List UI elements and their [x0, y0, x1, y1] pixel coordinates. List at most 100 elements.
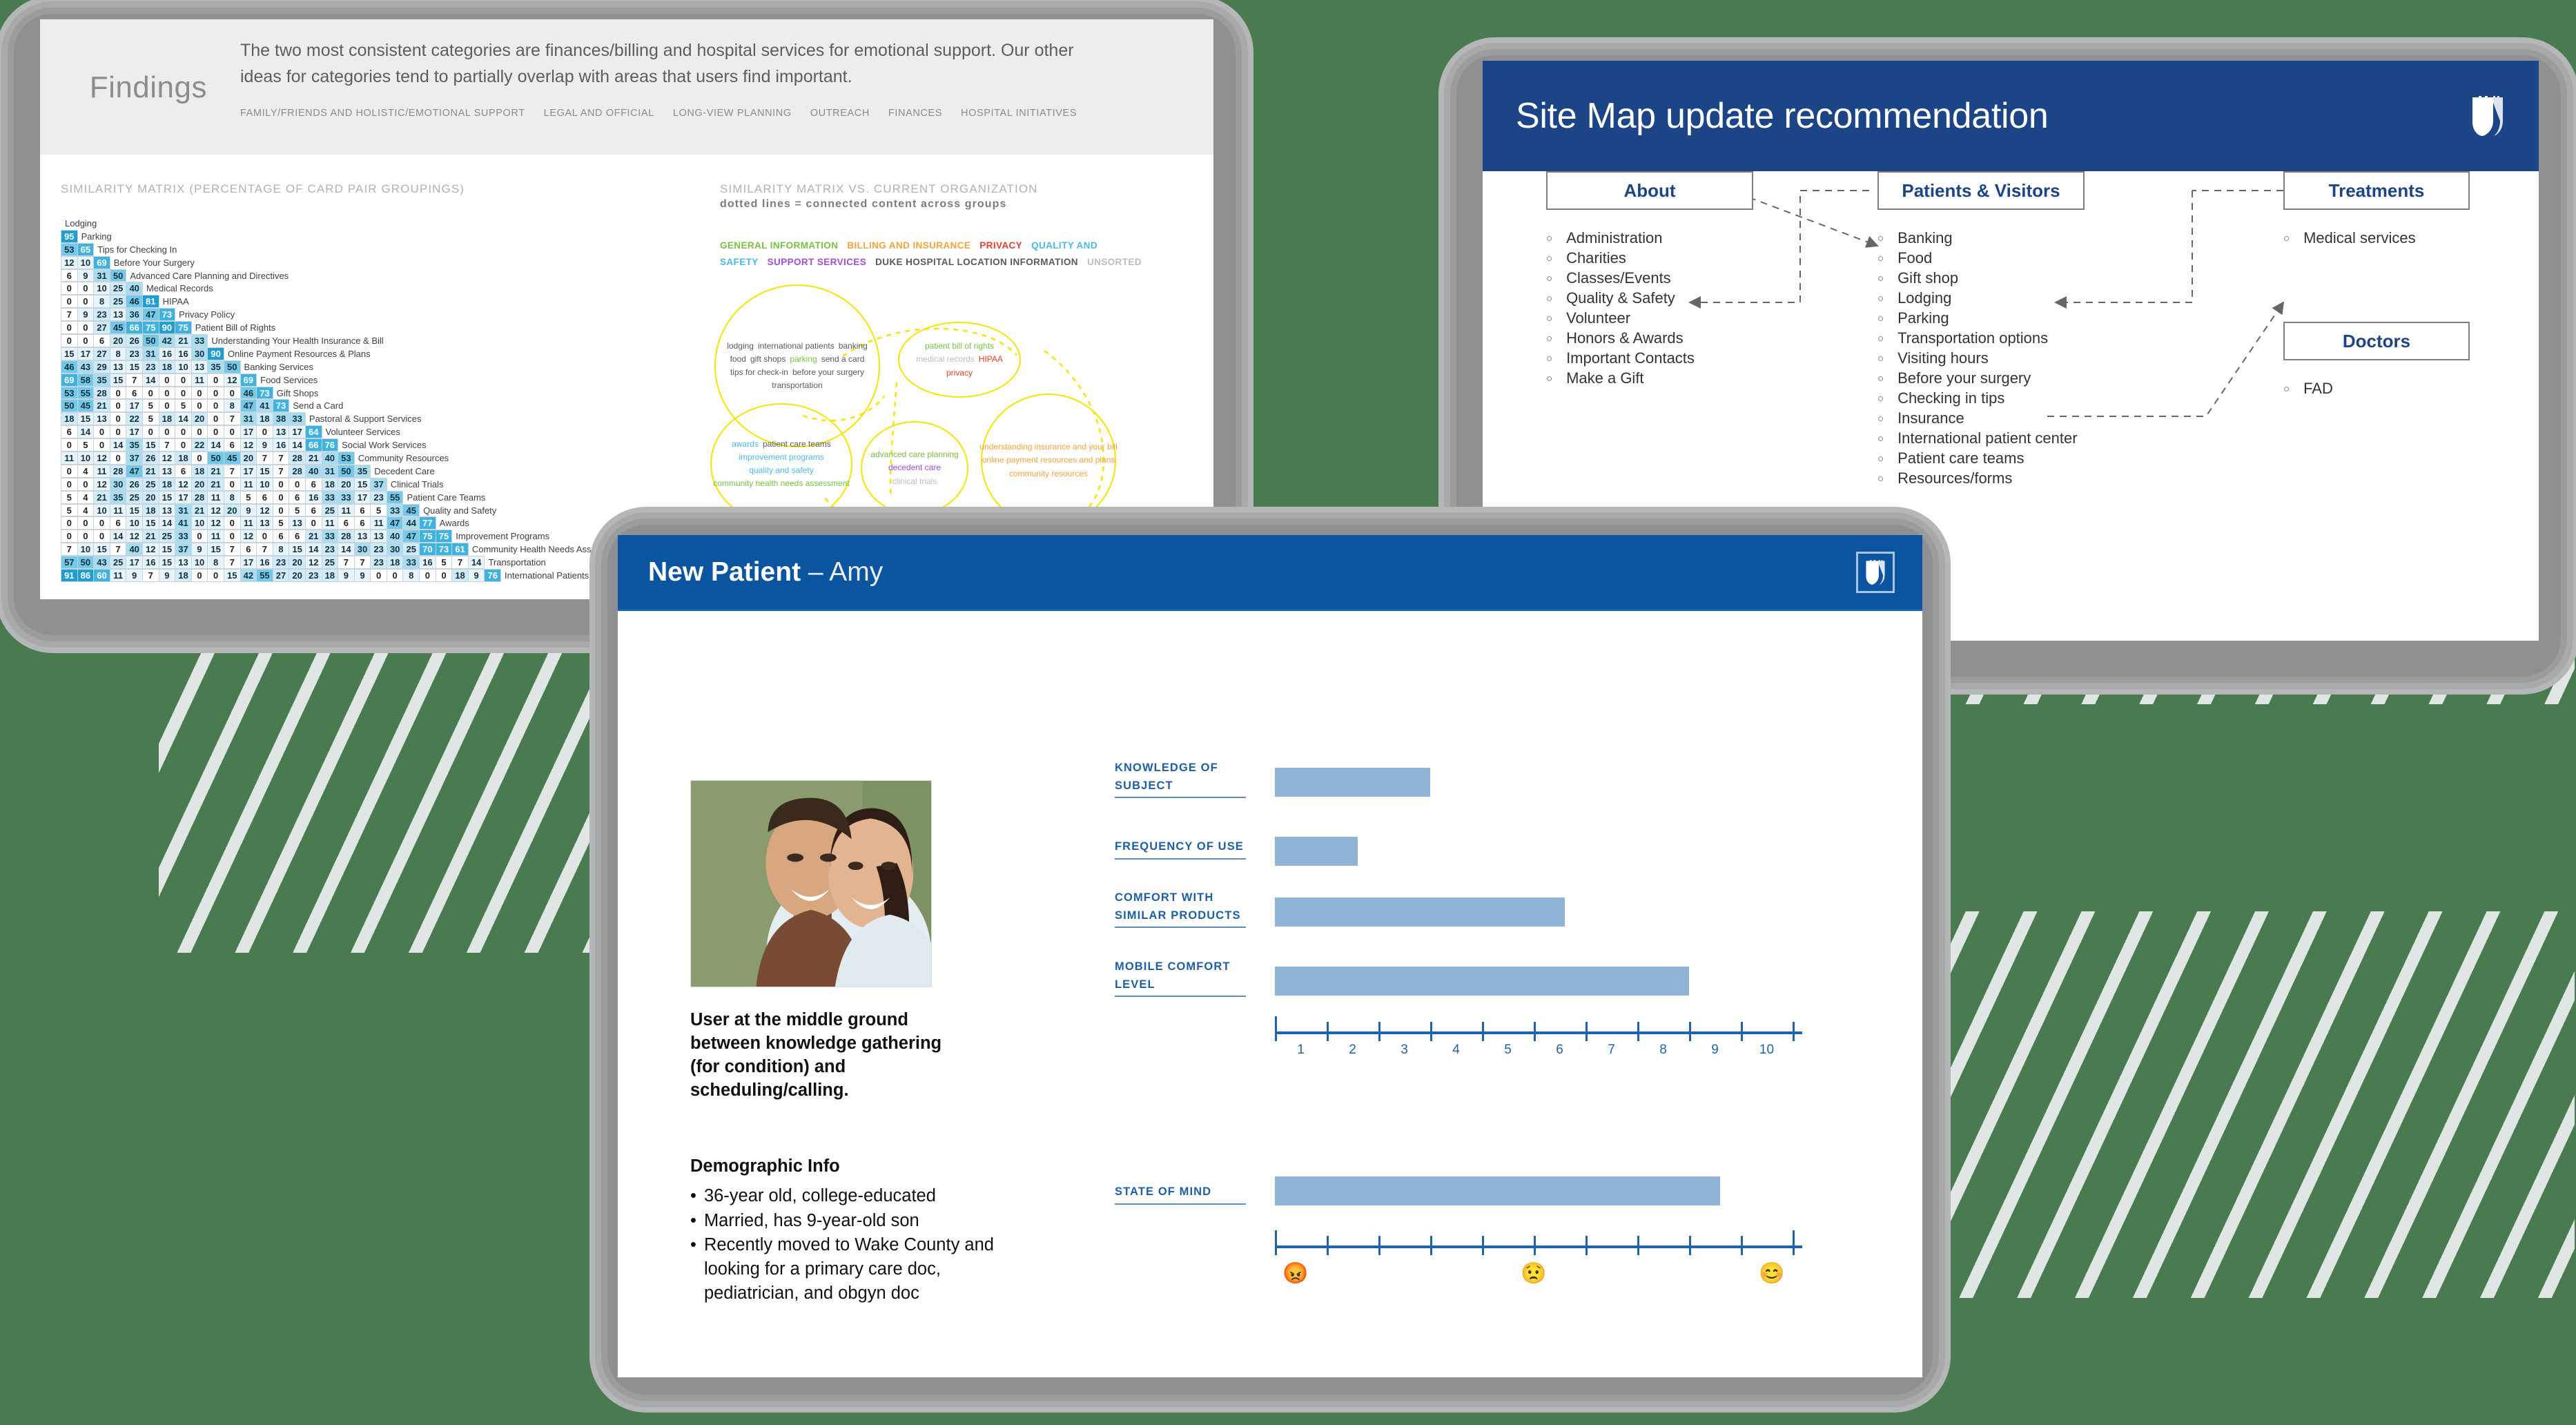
- matrix-cell: 11: [191, 373, 208, 387]
- matrix-cell: 23: [142, 360, 159, 374]
- matrix-cell: 0: [223, 477, 241, 491]
- matrix-cell: 45: [77, 399, 95, 413]
- sitemap-list-item[interactable]: ○ Gift shop: [1877, 268, 2085, 288]
- findings-category: OUTREACH: [810, 108, 870, 119]
- matrix-cell: 9: [256, 438, 273, 452]
- matrix-cell: 13: [370, 530, 387, 543]
- matrix-cell: 15: [109, 373, 127, 387]
- matrix-cell: 7: [61, 308, 78, 322]
- matrix-cell: 6: [126, 386, 143, 400]
- matrix-cell: 12: [240, 530, 257, 543]
- matrix-cell: 57: [61, 556, 78, 570]
- matrix-cell: 45: [402, 503, 420, 517]
- matrix-cell: 50: [61, 399, 78, 413]
- matrix-cell: 0: [109, 452, 127, 465]
- matrix-cell: 0: [77, 334, 95, 347]
- findings-category: FINANCES: [888, 108, 943, 119]
- sitemap-header-about[interactable]: About: [1546, 171, 1753, 210]
- matrix-row: Lodging: [61, 217, 625, 230]
- circle-bullet-icon: ○: [2283, 383, 2290, 395]
- persona-title-role: New Patient: [648, 556, 801, 587]
- matrix-cell: 47: [142, 308, 159, 322]
- bullet-icon: •: [690, 1235, 696, 1255]
- sitemap-list-item[interactable]: ○ Quality & Safety: [1546, 288, 1753, 308]
- axis-tick: [1482, 1236, 1484, 1255]
- chart-bar-row: KNOWLEDGE OF SUBJECT: [1115, 759, 1736, 808]
- matrix-cell: 6: [304, 503, 322, 517]
- matrix-cell: 50: [77, 556, 95, 570]
- sitemap-list-item[interactable]: ○ Visiting hours: [1877, 348, 2085, 368]
- sitemap-column-treatments: Treatments ○ Medical services: [2283, 171, 2470, 248]
- sitemap-list-item[interactable]: ○ Important Contacts: [1546, 348, 1753, 368]
- matrix-cell: 81: [142, 295, 159, 309]
- sitemap-list-item[interactable]: ○ Patient care teams: [1877, 448, 2085, 468]
- circle-bullet-icon: ○: [1877, 473, 1884, 485]
- sitemap-list-item[interactable]: ○ Medical services: [2283, 228, 2470, 248]
- sitemap-list-item[interactable]: ○ Charities: [1546, 248, 1753, 268]
- matrix-cell: 15: [77, 412, 95, 426]
- matrix-cell: 0: [109, 386, 127, 400]
- sitemap-header-treatments[interactable]: Treatments: [2283, 171, 2470, 210]
- sitemap-list-item[interactable]: ○ FAD: [2283, 378, 2470, 398]
- matrix-cell: 27: [93, 347, 110, 360]
- matrix-cell: 0: [223, 516, 241, 530]
- sitemap-header-doctors[interactable]: Doctors: [2283, 322, 2470, 360]
- sitemap-header-patients-visitors[interactable]: Patients & Visitors: [1877, 171, 2085, 210]
- matrix-cell: 47: [402, 530, 420, 543]
- matrix-row-label: Send a Card: [293, 400, 344, 411]
- matrix-cell: 0: [61, 282, 78, 295]
- sitemap-list-item[interactable]: ○ Honors & Awards: [1546, 328, 1753, 348]
- matrix-cell: 10: [126, 516, 143, 530]
- chart-bar-label: MOBILE COMFORT LEVEL: [1115, 958, 1246, 998]
- sitemap-list-item[interactable]: ○ Parking: [1877, 308, 2085, 328]
- matrix-cell: 14: [207, 438, 224, 452]
- persona-summary: User at the middle ground between knowle…: [690, 1010, 942, 1101]
- chart-bar-row: FREQUENCY OF USE: [1115, 828, 1736, 877]
- sitemap-item-label: Medical services: [2303, 229, 2416, 246]
- bubble-tag: clinical trials: [892, 476, 937, 486]
- sitemap-list-item[interactable]: ○ Lodging: [1877, 288, 2085, 308]
- sitemap-item-label: Resources/forms: [1897, 469, 2013, 487]
- sitemap-list-item[interactable]: ○ Insurance: [1877, 408, 2085, 428]
- matrix-row-label: Understanding Your Health Insurance & Bi…: [211, 335, 384, 346]
- matrix-cell: 12: [93, 477, 110, 491]
- sitemap-list-item[interactable]: ○ Transportation options: [1877, 328, 2085, 348]
- sitemap-list-item[interactable]: ○ Make a Gift: [1546, 368, 1753, 388]
- bubble-tag: banking: [838, 340, 868, 351]
- sitemap-item-label: Important Contacts: [1566, 349, 1695, 367]
- sitemap-list-item[interactable]: ○ Checking in tips: [1877, 388, 2085, 408]
- matrix-cell: 42: [158, 334, 176, 347]
- axis-tick: [1275, 1016, 1277, 1041]
- matrix-row-label: Before Your Surgery: [113, 257, 195, 268]
- sitemap-list-item[interactable]: ○ Before your surgery: [1877, 368, 2085, 388]
- sitemap-item-label: Insurance: [1897, 409, 1964, 427]
- bubble-tag: quality and safety: [749, 465, 814, 475]
- sitemap-list-item[interactable]: ○ Food: [1877, 248, 2085, 268]
- matrix-cell: 5: [435, 556, 453, 570]
- matrix-row: 0 0 0 6 10 15 14 41 10 12 0 11 13 5 13 0 11 6 6 11 47 44 77 Awa…: [61, 516, 625, 530]
- matrix-cell: 0: [61, 334, 78, 347]
- bubble-advanced-care: advanced care planning decedent care clini…: [861, 421, 968, 515]
- axis-tick: [1637, 1022, 1639, 1041]
- matrix-row-label: Banking Services: [244, 361, 313, 372]
- sitemap-list-item[interactable]: ○ Classes/Events: [1546, 268, 1753, 288]
- sitemap-list-item[interactable]: ○ Banking: [1877, 228, 2085, 248]
- chart-axis-state-of-mind: 😡 😟 😊: [1275, 1230, 1820, 1284]
- sitemap-list-item[interactable]: ○ Volunteer: [1546, 308, 1753, 328]
- matrix-cell: 12: [61, 255, 78, 269]
- persona-demographic-item: • Married, has 9-year-old son: [690, 1209, 1001, 1233]
- bubble-tag: decedent care: [888, 463, 941, 473]
- matrix-cell: 76: [321, 438, 339, 452]
- bubble-billing-insurance: understanding insurance and your bill onl…: [979, 394, 1118, 527]
- sitemap-list-item[interactable]: ○ Administration: [1546, 228, 1753, 248]
- matrix-cell: 0: [93, 530, 110, 543]
- sitemap-list-item[interactable]: ○ Resources/forms: [1877, 468, 2085, 488]
- matrix-cell: 73: [435, 543, 453, 556]
- axis-tick-label: 4: [1452, 1043, 1460, 1057]
- sitemap-list-item[interactable]: ○ International patient center: [1877, 428, 2085, 448]
- matrix-cell: 0: [93, 516, 110, 530]
- matrix-row: 50 45 21 0 17 5 0 5 0 0 8 47 41 73 Send a Card: [61, 399, 625, 413]
- matrix-cell: 8: [109, 347, 127, 360]
- axis-tick-label: 3: [1401, 1043, 1408, 1057]
- matrix-cell: 28: [93, 386, 110, 400]
